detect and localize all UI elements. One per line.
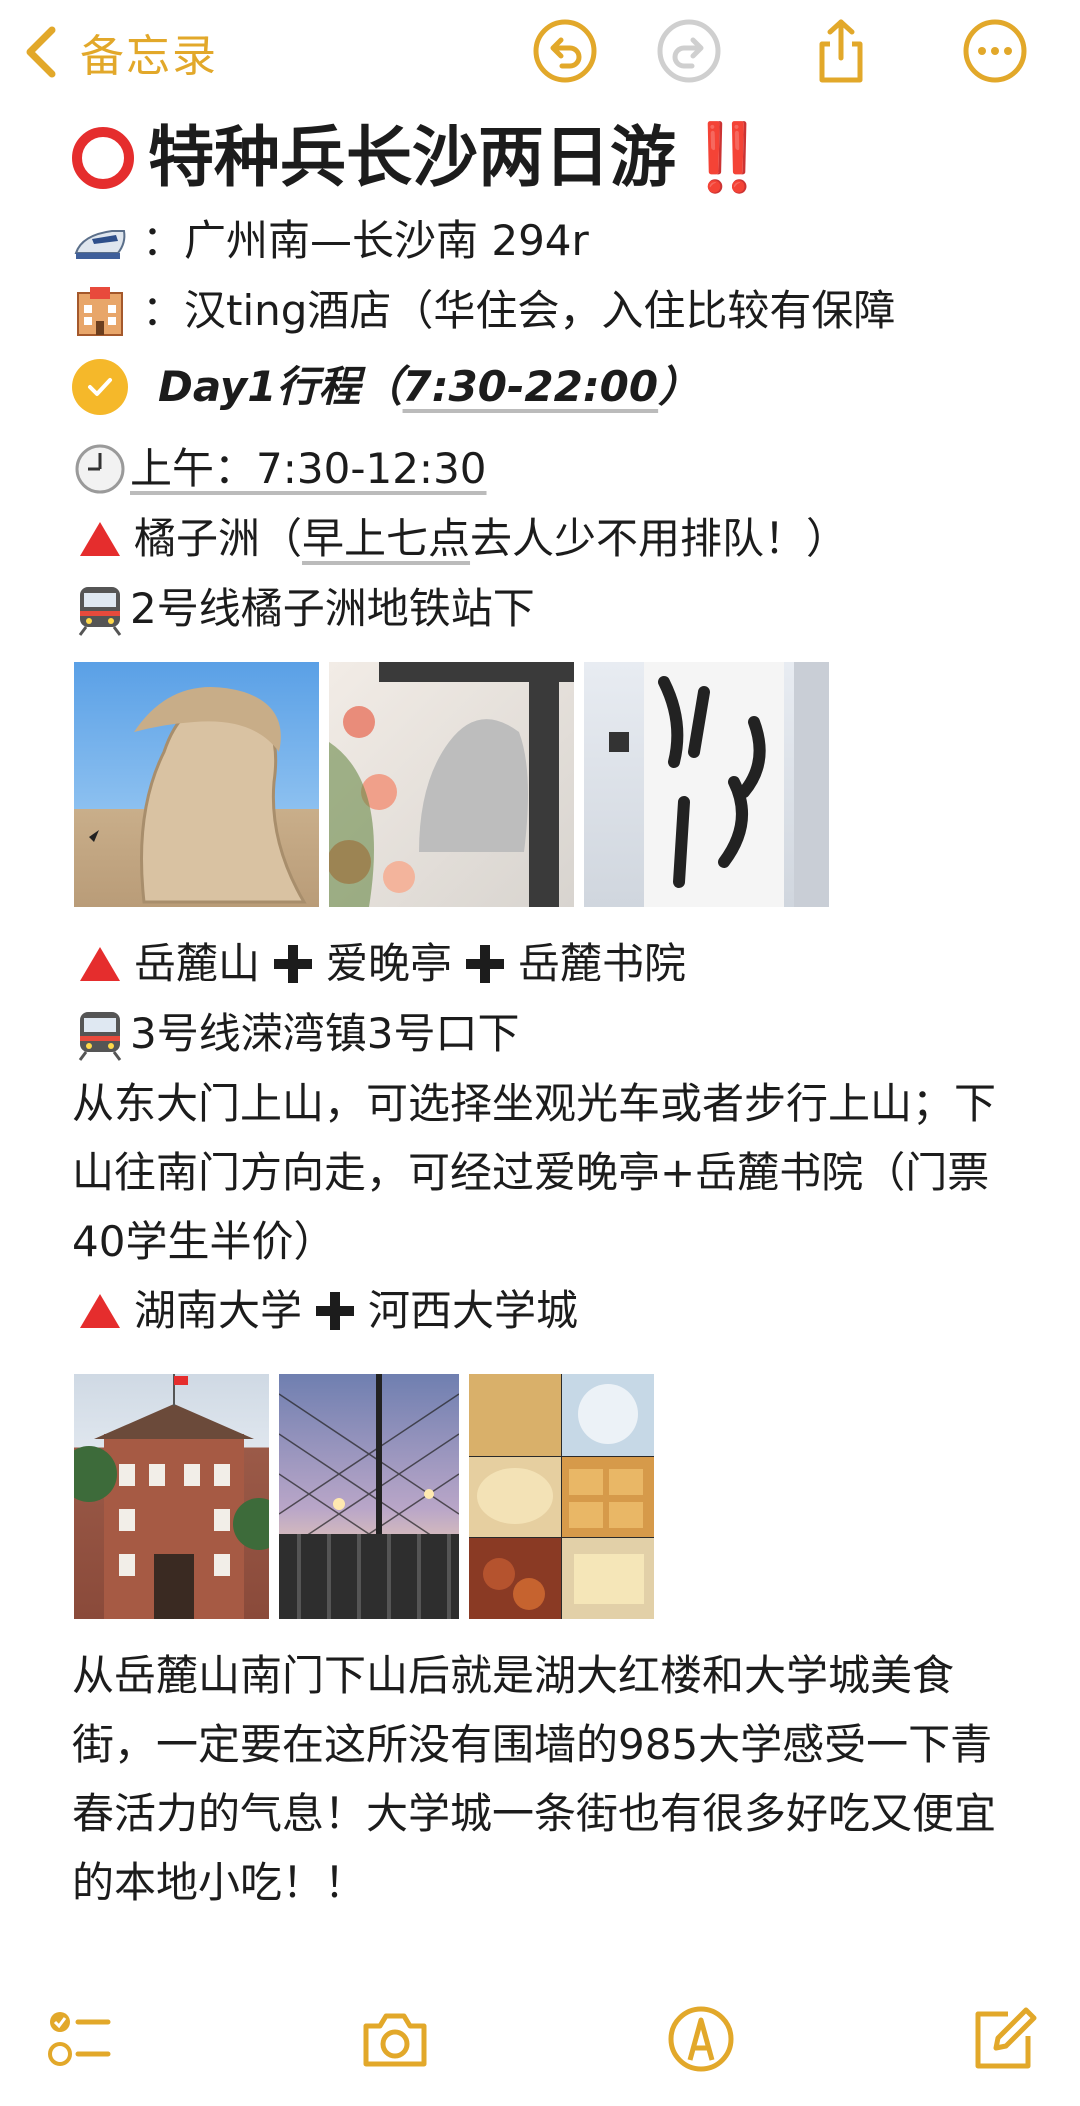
subway1-line: 2号线橘子洲地铁站下 <box>72 574 1032 644</box>
spot1-note-underlined: 早上七点 <box>302 514 471 563</box>
note-body[interactable]: 特种兵长沙两日游 ‼️ ：广州南—长沙南 294r ：汉ting酒店（华住会，入… <box>72 110 1032 1917</box>
bullet-train-icon <box>72 213 128 269</box>
more-button[interactable] <box>962 18 1028 84</box>
spot2-c: 岳麓书院 <box>518 939 687 988</box>
hotel-icon <box>72 283 128 339</box>
spot1-note: 去人少不用排队！） <box>470 514 849 563</box>
spot1-name: 橘子洲（ <box>134 514 303 563</box>
calligraphy-illustration <box>609 662 829 907</box>
campus-description: 从岳麓山南门下山后就是湖大红楼和大学城美食街，一定要在这所没有围墙的985大学感… <box>72 1651 997 1907</box>
spot3-a: 湖南大学 <box>134 1286 303 1335</box>
share-icon <box>819 19 863 83</box>
photo-fence-dusk[interactable] <box>279 1374 459 1619</box>
day1-time: 7:30-22:00 <box>402 362 659 411</box>
subway1-text: 2号线橘子洲地铁站下 <box>130 584 535 633</box>
back-button[interactable]: 备忘录 <box>22 22 218 82</box>
photo-row-2 <box>74 1374 1032 1619</box>
bottom-toolbar <box>0 1990 1080 2106</box>
compose-button[interactable] <box>968 2004 1038 2074</box>
subway2-line: 3号线溁湾镇3号口下 <box>72 999 1032 1069</box>
plus-icon <box>314 1290 356 1332</box>
camera-icon <box>363 2013 427 2067</box>
red-triangle-icon <box>80 947 120 981</box>
metro-icon <box>72 1006 128 1062</box>
redo-icon <box>657 19 721 83</box>
spot2-a: 岳麓山 <box>134 939 261 988</box>
photo-row-1 <box>74 662 1032 907</box>
photo-statue-window[interactable] <box>329 662 574 907</box>
photo-calligraphy-wall[interactable] <box>584 662 829 907</box>
more-icon <box>963 19 1027 83</box>
top-navigation-bar: 备忘录 <box>0 0 1080 110</box>
day1-close-paren: ） <box>658 362 701 411</box>
photo-statue-sky[interactable] <box>74 662 319 907</box>
checklist-icon <box>48 2012 111 2066</box>
photo-street-food-collage[interactable] <box>469 1374 654 1619</box>
subway2-text: 3号线溁湾镇3号口下 <box>130 1009 520 1058</box>
fence-illustration <box>279 1374 459 1619</box>
spot3-line: 湖南大学 河西大学城 <box>72 1276 1032 1346</box>
title-text: 特种兵长沙两日游 <box>148 119 676 196</box>
morning-time: 上午：7:30-12:30 <box>130 444 487 493</box>
plus-icon <box>272 943 314 985</box>
red-circle-icon <box>72 127 134 189</box>
route-description: 从东大门上山，可选择坐观光车或者步行上山；下山往南门方向走，可经过爱晚亭+岳麓书… <box>72 1079 997 1266</box>
double-exclamation-icon: ‼️ <box>686 119 769 196</box>
plus-icon <box>464 943 506 985</box>
spot3-b: 河西大学城 <box>368 1286 579 1335</box>
red-triangle-icon <box>80 522 120 556</box>
red-triangle-icon <box>80 1294 120 1328</box>
checklist-button[interactable] <box>46 2004 116 2074</box>
food-collage-illustration <box>469 1374 654 1619</box>
train-route: ：广州南—长沙南 294r <box>142 216 589 265</box>
undo-icon <box>533 19 597 83</box>
spot2-line: 岳麓山 爱晚亭 岳麓书院 <box>72 929 1032 999</box>
morning-line: 上午：7:30-12:30 <box>72 434 1032 504</box>
train-line: ：广州南—长沙南 294r <box>72 206 1032 276</box>
check-mark-icon <box>72 359 128 415</box>
spot1-line: 橘子洲（ 早上七点 去人少不用排队！） <box>72 504 1032 574</box>
note-title: 特种兵长沙两日游 ‼️ <box>72 110 1032 206</box>
undo-button[interactable] <box>532 18 598 84</box>
compose-icon <box>975 2007 1037 2069</box>
photo-red-building[interactable] <box>74 1374 269 1619</box>
chevron-left-icon <box>26 26 56 78</box>
markup-pen-icon <box>668 2006 734 2072</box>
red-building-illustration <box>74 1374 269 1619</box>
day1-open-paren: （ <box>360 362 403 411</box>
markup-button[interactable] <box>666 2004 736 2074</box>
day1-label: Day1行程 <box>158 362 361 411</box>
metro-icon <box>72 581 128 637</box>
camera-button[interactable] <box>360 2004 430 2074</box>
back-label: 备忘录 <box>80 31 218 82</box>
statue-window-illustration <box>329 662 574 907</box>
share-button[interactable] <box>808 18 874 84</box>
redo-button[interactable] <box>656 18 722 84</box>
hotel-line: ：汉ting酒店（华住会，入住比较有保障 <box>72 276 1032 346</box>
spot2-b: 爱晚亭 <box>326 939 453 988</box>
clock-icon <box>72 441 128 497</box>
statue-head-illustration <box>89 687 307 904</box>
day1-header: Day1行程 （ 7:30-22:00 ） <box>72 346 1032 428</box>
hotel-info: ：汉ting酒店（华住会，入住比较有保障 <box>142 286 896 335</box>
